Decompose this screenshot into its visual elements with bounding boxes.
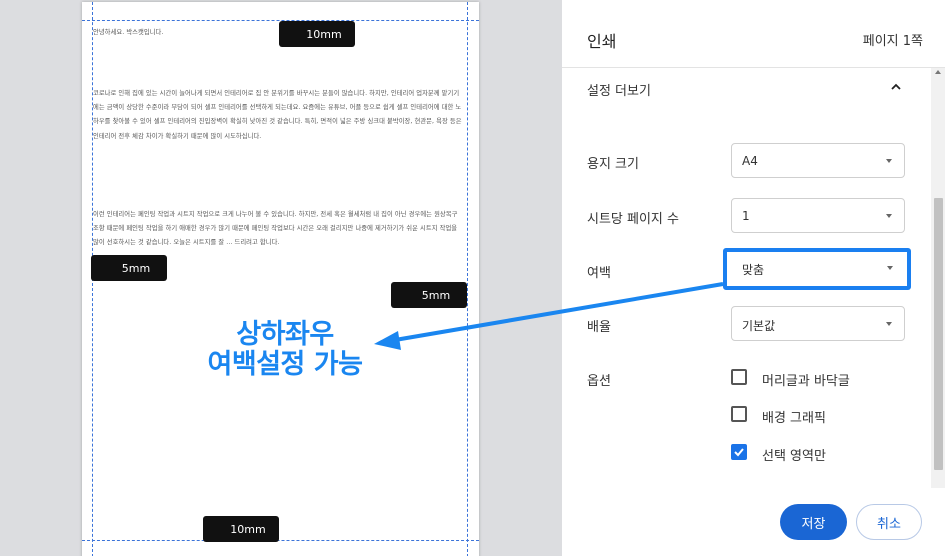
right-margin-guide [467, 2, 468, 556]
option-label: 머리글과 바닥글 [762, 374, 850, 389]
paper-size-label: 용지 크기 [587, 157, 639, 172]
pages-per-sheet-value: 1 [742, 209, 750, 223]
pages-per-sheet-label: 시트당 페이지 수 [587, 212, 679, 227]
panel-scrollbar[interactable] [931, 68, 945, 488]
option-label: 선택 영역만 [762, 449, 826, 464]
left-margin-value: 5mm [121, 261, 151, 275]
top-margin-tag: 10mm [279, 21, 355, 47]
scrollbar-thumb[interactable] [934, 198, 943, 470]
margins-label: 여백 [587, 266, 611, 281]
more-settings-label: 설정 더보기 [587, 84, 651, 99]
page-count: 페이지 1쪽 [862, 34, 923, 49]
pages-per-sheet-select[interactable]: 1 [731, 198, 905, 233]
print-settings-panel: 인쇄 페이지 1쪽 설정 더보기 용지 크기 A4 시트당 페이지 수 1 여백… [562, 0, 945, 556]
bottom-margin-tag: 10mm [203, 516, 279, 542]
scale-select[interactable]: 기본값 [731, 306, 905, 341]
dropdown-arrow-icon [886, 159, 892, 163]
checkbox-selection-only[interactable] [731, 444, 747, 460]
bottom-margin-guide [82, 540, 479, 541]
margins-value: 맞춤 [742, 263, 765, 277]
right-margin-tag: 5mm [391, 282, 467, 308]
save-button[interactable]: 저장 [780, 504, 847, 540]
cancel-button[interactable]: 취소 [856, 504, 922, 540]
print-preview-area: 안녕하세요. 박스캣입니다. 코로나로 인해 집에 있는 시간이 늘어나게 되면… [0, 0, 562, 556]
paper-size-value: A4 [742, 154, 758, 168]
panel-header: 인쇄 페이지 1쪽 [562, 0, 945, 68]
right-margin-value: 5mm [421, 288, 451, 302]
dropdown-arrow-icon [886, 214, 892, 218]
checkbox-headers-footers[interactable] [731, 369, 747, 385]
checkbox-background-graphics[interactable] [731, 406, 747, 422]
doc-paragraph-1: 코로나로 인해 집에 있는 시간이 늘어나게 되면서 인테리어로 집 안 분위기… [93, 90, 462, 140]
annotation-line-2: 여백설정 가능 [207, 349, 363, 380]
checkmark-icon [734, 448, 744, 457]
annotation-line-1: 상하좌우 [236, 319, 334, 350]
dropdown-arrow-icon [886, 322, 892, 326]
paper-size-select[interactable]: A4 [731, 143, 905, 178]
bottom-margin-value: 10mm [230, 522, 266, 536]
scale-label: 배율 [587, 320, 611, 335]
top-margin-value: 10mm [306, 27, 342, 41]
scale-value: 기본값 [742, 319, 776, 333]
option-label: 배경 그래픽 [762, 411, 826, 426]
left-margin-tag: 5mm [91, 255, 167, 281]
options-label: 옵션 [587, 374, 611, 389]
margins-select[interactable]: 맞춤 [723, 248, 911, 290]
annotation-caption: 상하좌우 여백설정 가능 [180, 320, 390, 380]
more-settings-toggle[interactable]: 설정 더보기 [587, 80, 907, 100]
chevron-up-icon [891, 83, 901, 90]
dropdown-arrow-icon [887, 266, 893, 270]
scroll-up-arrow-icon[interactable] [935, 70, 941, 74]
panel-title: 인쇄 [587, 32, 617, 51]
doc-greeting: 안녕하세요. 박스캣입니다. [93, 29, 164, 36]
doc-paragraph-2: 이런 인테리어는 페인팅 작업과 시트지 작업으로 크게 나누어 볼 수 있습니… [93, 211, 458, 247]
